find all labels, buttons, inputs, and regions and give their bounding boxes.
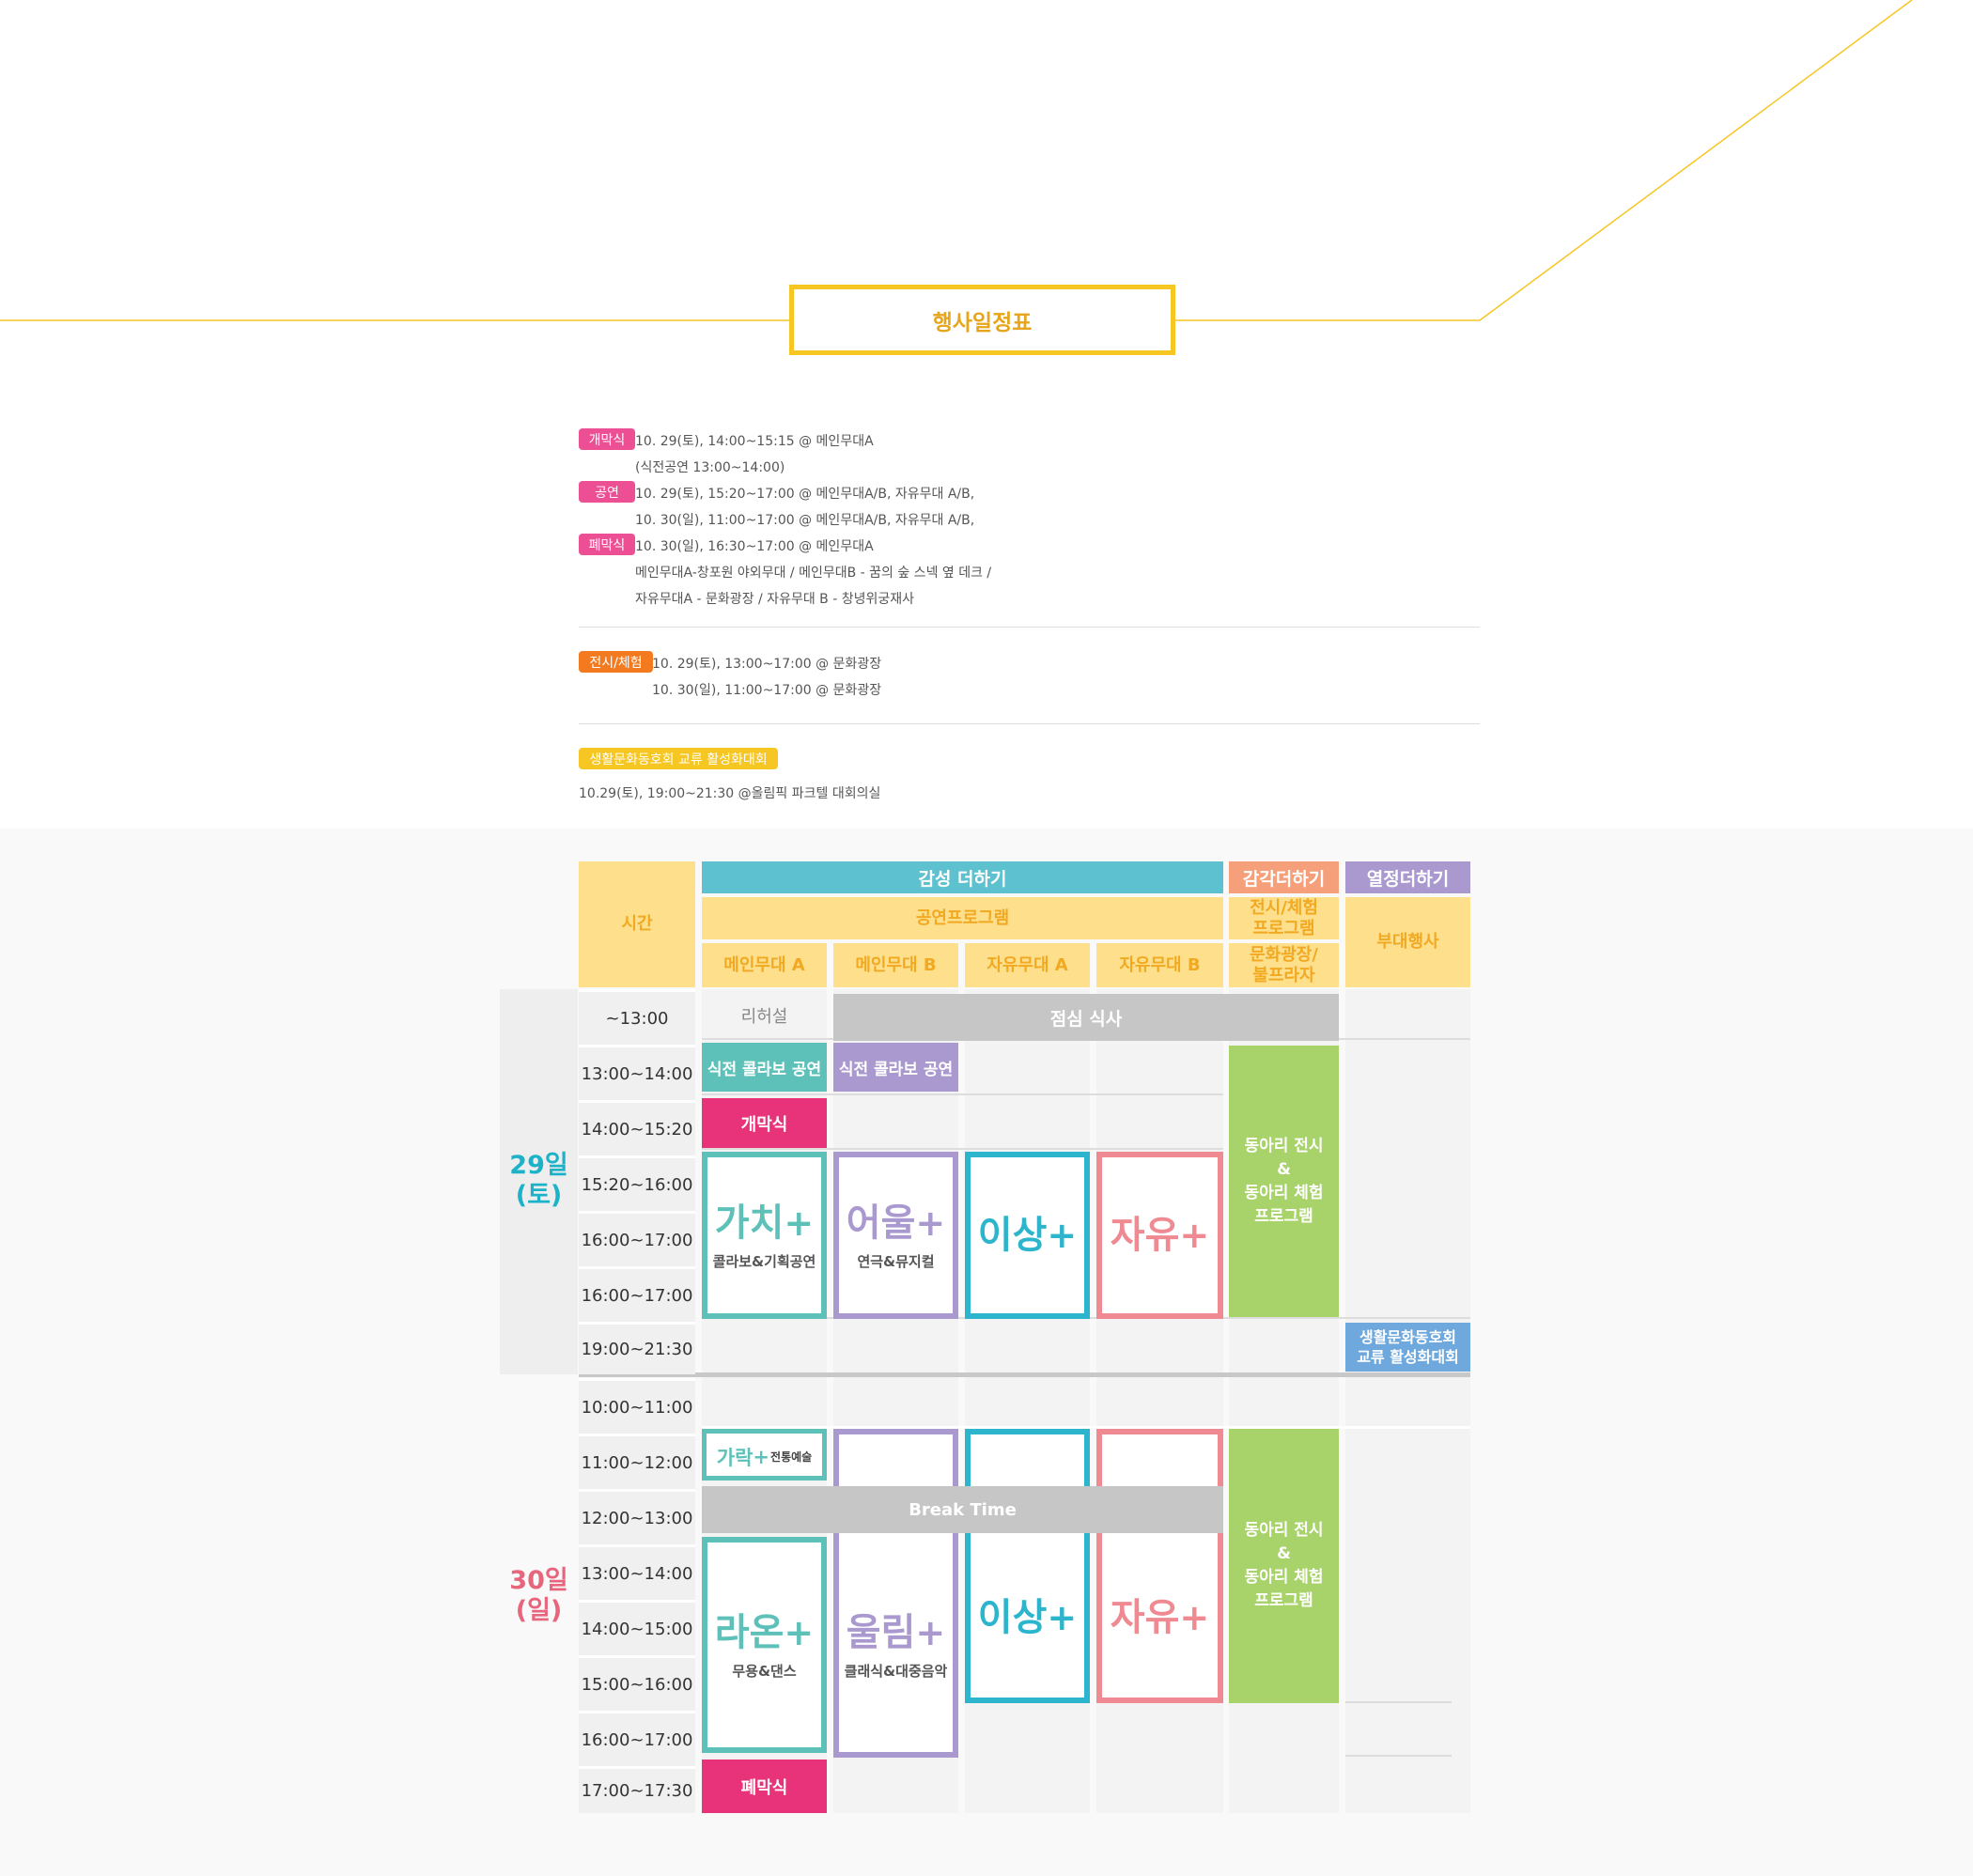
program-name: 울림+ (846, 1610, 946, 1654)
jayu-program: 자유+ (1096, 1152, 1223, 1319)
rehearsal-cell: 리허설 (740, 1006, 788, 1027)
program-name: 자유+ (1110, 1596, 1210, 1639)
time-cell: 15:00~16:00 (579, 1655, 695, 1711)
exhibition-line-1: 10. 29(토), 13:00~17:00 @ 문화광장 (652, 657, 882, 672)
subheader-exhibition: 전시/체험 프로그램 (1229, 897, 1339, 939)
closing-ceremony-block: 폐막식 (702, 1760, 827, 1813)
isang-program: 이상+ (965, 1152, 1090, 1319)
club-badge: 생활문화동호회 교류 활성화대회 (579, 748, 778, 769)
ullim-program: 울림+ 클래식&대중음악 (833, 1429, 958, 1758)
time-cell: 16:00~17:00 (579, 1211, 695, 1266)
divider (579, 627, 1480, 628)
program-genre: 무용&댄스 (732, 1662, 797, 1680)
opening-line-2: (식전공연 13:00~14:00) (635, 460, 785, 475)
isang-program-day2: 이상+ (965, 1429, 1090, 1703)
program-genre: 클래식&대중음악 (844, 1662, 948, 1680)
program-name: 어울+ (846, 1201, 946, 1245)
time-cell: 17:00~17:30 (579, 1766, 695, 1813)
opening-line-1: 10. 29(토), 14:00~15:15 @ 메인무대A (635, 434, 874, 449)
exhibition-block-day2: 동아리 전시 & 동아리 체험 프로그램 (1229, 1429, 1339, 1703)
time-cell: 14:00~15:00 (579, 1600, 695, 1655)
closing-badge: 폐막식 (579, 534, 635, 555)
subheader-performance: 공연프로그램 (702, 897, 1223, 939)
subheader-side-event: 부대행사 (1345, 897, 1470, 987)
program-name: 라온+ (714, 1610, 815, 1654)
time-cell: 13:00~14:00 (579, 1045, 695, 1100)
page-title: 행사일정표 (789, 285, 1175, 355)
program-name: 가락 (716, 1446, 753, 1469)
program-name: 가치+ (714, 1201, 815, 1245)
performance-line-2: 10. 30(일), 11:00~17:00 @ 메인무대A/B, 자유무대 A… (635, 513, 975, 528)
exhibition-block-day1: 동아리 전시 & 동아리 체험 프로그램 (1229, 1046, 1339, 1317)
row-divider (1345, 1701, 1452, 1703)
day-label-29: 29일 (토) (509, 1151, 568, 1210)
program-name: 이상+ (977, 1596, 1078, 1639)
time-cell: 16:00~17:00 (579, 1711, 695, 1766)
garak-program: 가락 + 전통예술 (702, 1429, 827, 1480)
day-label-30: 30일 (일) (509, 1566, 568, 1625)
program-genre: 콜라보&기획공연 (712, 1252, 816, 1270)
program-genre: 연극&뮤지컬 (857, 1252, 935, 1270)
time-cell: 12:00~13:00 (579, 1489, 695, 1544)
stage-header-culture-plaza: 문화광장/ 불프라자 (1229, 943, 1339, 987)
eoul-program: 어울+ 연극&뮤지컬 (833, 1152, 958, 1319)
time-cell: 11:00~12:00 (579, 1434, 695, 1489)
day-divider (579, 1372, 1470, 1377)
time-cell: 10:00~11:00 (579, 1378, 695, 1434)
time-cell: 14:00~15:20 (579, 1100, 695, 1155)
performance-badge: 공연 (579, 481, 635, 503)
group-header-1: 감성 더하기 (702, 861, 1223, 893)
club-line: 10.29(토), 19:00~21:30 @올림픽 파크텔 대회의실 (579, 786, 881, 801)
time-cell: 13:00~14:00 (579, 1544, 695, 1600)
lunch-block: 점심 식사 (833, 994, 1339, 1041)
time-cell: 16:00~17:00 (579, 1266, 695, 1322)
stage-header-main-b: 메인무대 B (833, 943, 958, 987)
closing-line-1: 10. 30(일), 16:30~17:00 @ 메인무대A (635, 539, 874, 554)
program-plus: + (753, 1445, 770, 1468)
group-header-3: 열정더하기 (1345, 861, 1470, 893)
group-header-2: 감각더하기 (1229, 861, 1339, 893)
time-cell: 19:00~21:30 (579, 1322, 695, 1374)
time-cell: 15:20~16:00 (579, 1155, 695, 1211)
program-name: 자유+ (1110, 1214, 1210, 1257)
stage-header-free-a: 자유무대 A (965, 943, 1090, 987)
stage-header-free-b: 자유무대 B (1096, 943, 1223, 987)
jayu-program-day2: 자유+ (1096, 1429, 1223, 1703)
exhibition-line-2: 10. 30(일), 11:00~17:00 @ 문화광장 (652, 683, 882, 698)
exhibition-badge: 전시/체험 (579, 651, 653, 673)
program-name: 이상+ (977, 1214, 1078, 1257)
raon-program: 라온+ 무용&댄스 (702, 1537, 827, 1753)
club-event-block: 생활문화동호회 교류 활성화대회 (1345, 1323, 1470, 1372)
row-divider (702, 1148, 1223, 1150)
divider (579, 723, 1480, 724)
performance-line-1: 10. 29(토), 15:20~17:00 @ 메인무대A/B, 자유무대 A… (635, 487, 975, 502)
stage-header-main-a: 메인무대 A (702, 943, 827, 987)
pre-collab-main-a: 식전 콜라보 공연 (702, 1043, 827, 1092)
row-divider (702, 1093, 1223, 1095)
time-header: 시간 (579, 861, 695, 987)
pre-collab-main-b: 식전 콜라보 공연 (833, 1043, 958, 1092)
garak-bottom-border (702, 1476, 827, 1481)
opening-ceremony-block: 개막식 (702, 1098, 827, 1148)
column-bg (1345, 989, 1470, 1813)
program-genre: 전통예술 (770, 1450, 813, 1464)
row-divider (1345, 1755, 1452, 1757)
break-time-block: Break Time (702, 1486, 1223, 1533)
opening-badge: 개막식 (579, 428, 635, 450)
time-cell: ~13:00 (579, 989, 695, 1045)
gachi-program: 가치+ 콜라보&기획공연 (702, 1152, 827, 1319)
closing-line-2: 메인무대A-창포원 야외무대 / 메인무대B - 꿈의 숲 스넥 옆 데크 / (635, 566, 992, 581)
closing-line-3: 자유무대A - 문화광장 / 자유무대 B - 창녕위궁재사 (635, 592, 914, 607)
